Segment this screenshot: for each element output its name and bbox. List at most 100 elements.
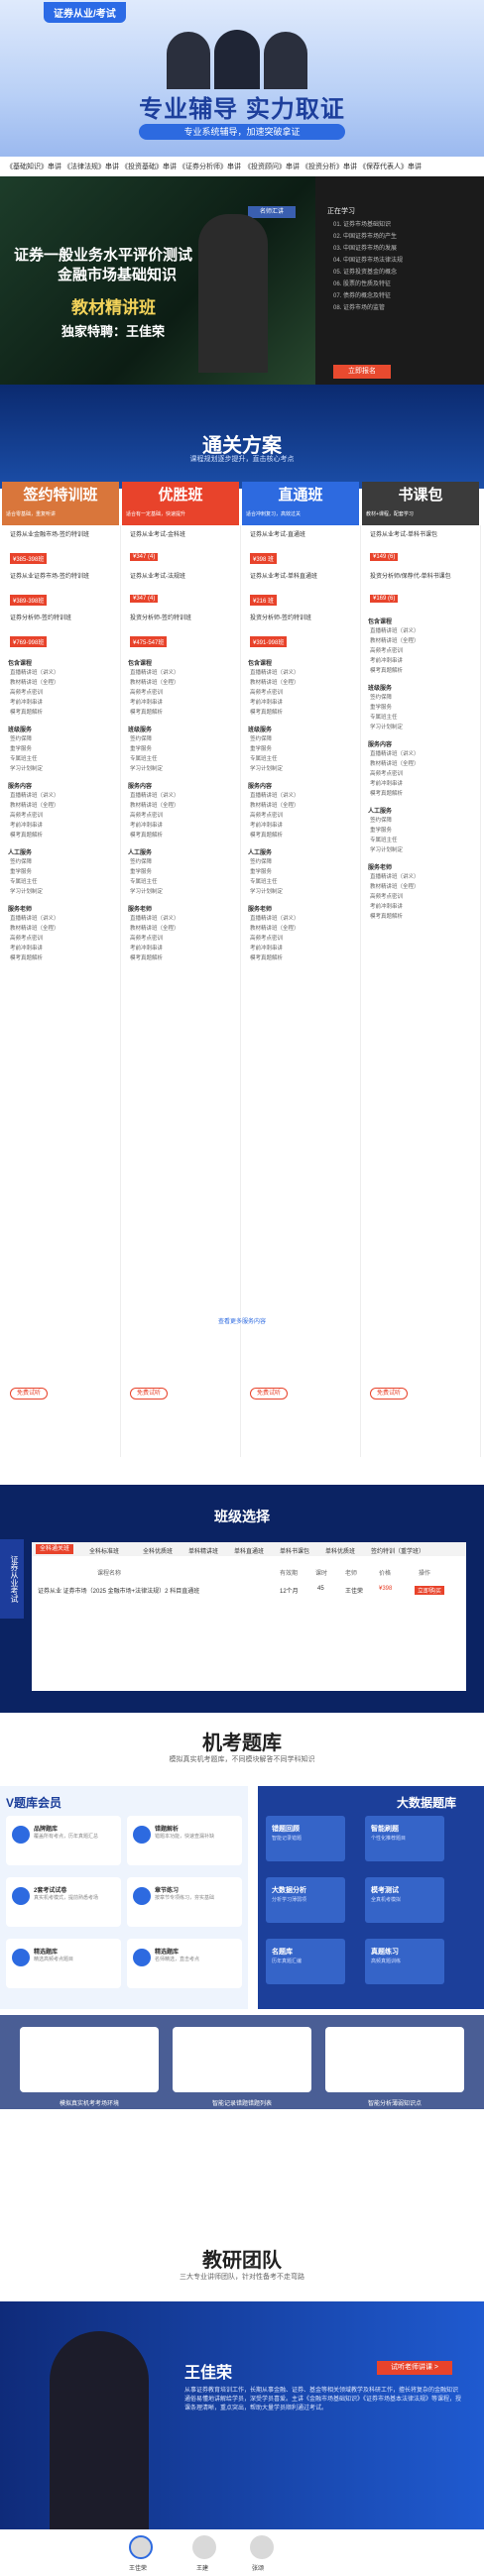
plan-line: 学习计划制定: [130, 889, 164, 895]
plan-line: 模考真题解析: [130, 833, 164, 839]
select-title: 班级选择: [214, 1509, 270, 1524]
playlist-item[interactable]: 01. 证券市场基础知识: [315, 216, 484, 228]
tab[interactable]: 单科书课包: [280, 1546, 309, 1555]
more-services-link[interactable]: 查看更多服务内容: [0, 1316, 484, 1325]
free-trial-button[interactable]: 免费试听: [370, 1388, 408, 1400]
plan-line: 高频考点密训: [130, 936, 164, 942]
thumb-avatar[interactable]: [250, 2535, 274, 2559]
product-box[interactable]: 证券从业考试-单科书课包 ¥149 (6): [370, 531, 474, 567]
vip-card[interactable]: 2套考试试卷 真实机考模式，提前熟悉考场: [6, 1877, 121, 1927]
screenshot-strip: 模拟真实机考考场环境 智能记录错题错题列表 智能分析薄弱知识点: [0, 2015, 484, 2109]
tab[interactable]: 全科优质班: [143, 1546, 173, 1555]
nav-item[interactable]: 《保荐代表人》串讲: [359, 162, 422, 171]
select-side-label: 证券从业考试: [0, 1539, 24, 1619]
plan-line: 专属班主任: [130, 756, 158, 762]
nav-item[interactable]: 《投资分析》串讲: [302, 162, 357, 171]
vip-card[interactable]: 错题解析 错题本功能，快速查漏补缺: [127, 1816, 242, 1865]
playlist-item[interactable]: 06. 股票的性质及特征: [315, 276, 484, 287]
vip-card[interactable]: 品牌题库 覆盖所有考点，历年真题汇总: [6, 1816, 121, 1865]
bigdata-card[interactable]: 大数据分析 分析学习薄弱项: [266, 1877, 345, 1923]
plan-line: 高频考点密训: [10, 936, 44, 942]
product-box[interactable]: 证券从业证券市场-签约特训班 ¥389-398班: [10, 573, 114, 609]
plan-line: 教材精讲班（全程）: [250, 926, 300, 932]
plan-line: 考前冲刺串讲: [10, 823, 44, 829]
plan-section-heading: 服务老师: [248, 907, 273, 913]
product-name: 证券从业考试-单科书课包: [370, 532, 437, 538]
tab-all-pass[interactable]: 全科通关班: [36, 1544, 74, 1554]
nav-item[interactable]: 《证券分析师》串讲: [179, 162, 241, 171]
plan-line: 高频考点密训: [370, 771, 404, 777]
brand-logo[interactable]: 证券从业/考试: [44, 2, 126, 23]
teacher-photo-right: [264, 32, 307, 89]
playlist-item[interactable]: 08. 证券市场的监管: [315, 299, 484, 311]
plan-line: 考前冲刺串讲: [370, 781, 404, 787]
plan-column-band: 适合有一定基础，快速提升: [122, 509, 239, 525]
plan-line: 重学服务: [250, 746, 273, 752]
plan-line: 教材精讲班（全程）: [370, 638, 420, 644]
plan-line: 签约保障: [10, 736, 33, 742]
tab[interactable]: 单科直通班: [234, 1546, 264, 1555]
signup-button[interactable]: 立即报名: [333, 365, 391, 379]
vip-card[interactable]: 章节练习 按章节专项练习，夯实基础: [127, 1877, 242, 1927]
nav-item[interactable]: 《投资顾问》串讲: [244, 162, 300, 171]
thumb-avatar[interactable]: [129, 2535, 153, 2559]
free-trial-button[interactable]: 免费试听: [10, 1388, 48, 1400]
product-box[interactable]: 证券从业考试-法规班 ¥347 (4): [130, 573, 234, 609]
trial-lecture-button[interactable]: 试听老师讲课 >: [377, 2361, 452, 2375]
bigdata-card[interactable]: 名题库 历年真题汇编: [266, 1939, 345, 1984]
nav-item[interactable]: 《法律法规》串讲: [63, 162, 119, 171]
product-box[interactable]: 证券从业考试-单科直通班 ¥216 班: [250, 573, 354, 609]
course-nav: 《基础知识》串讲 《法律法规》串讲 《投资基础》串讲 《证券分析师》串讲 《投资…: [0, 157, 484, 176]
nav-item[interactable]: 《投资基础》串讲: [121, 162, 177, 171]
nav-item[interactable]: 《基础知识》串讲: [6, 162, 61, 171]
product-box[interactable]: 证券从业考试-金科班 ¥347 (4): [130, 531, 234, 567]
tab[interactable]: 签约特训（重学班）: [371, 1546, 424, 1555]
product-box[interactable]: 投资分析师-签约特训班 ¥391-998班: [250, 615, 354, 650]
playlist-item[interactable]: 04. 中国证券市场法律法规: [315, 252, 484, 264]
vip-card-title: 精选题库: [155, 1950, 180, 1956]
thumb-avatar[interactable]: [192, 2535, 216, 2559]
tab[interactable]: 全科标准班: [89, 1546, 119, 1555]
bigdata-card[interactable]: 错题回顾 智能记录错题: [266, 1816, 345, 1861]
plan-section-heading: 班级服务: [8, 728, 33, 733]
team-title: 教研团队: [202, 2250, 282, 2272]
plan-section-heading: 包含课程: [248, 661, 273, 667]
bigdata-card[interactable]: 智能刷题 个性化推荐题目: [365, 1816, 444, 1861]
tab[interactable]: 单科精讲班: [188, 1546, 218, 1555]
vip-card[interactable]: 精选题库 名师精选，直击考点: [127, 1939, 242, 1988]
tab[interactable]: 单科优质班: [325, 1546, 355, 1555]
bigdata-card[interactable]: 模考测试 全真机考模拟: [365, 1877, 444, 1923]
product-box[interactable]: 投资分析师/保荐代-单科书课包 ¥169 (6): [370, 573, 474, 609]
plan-line: 考前冲刺串讲: [130, 946, 164, 952]
vip-title: V题库会员: [6, 1796, 62, 1810]
player-badge: 名师汇讲: [248, 206, 296, 218]
playlist-item[interactable]: 02. 中国证券市场的产生: [315, 228, 484, 240]
video-title-4: 独家特聘：王佳荣: [61, 324, 166, 339]
product-box[interactable]: 投资分析师-签约特训班 ¥475-547班: [130, 615, 234, 650]
buy-button[interactable]: 立即购买: [415, 1586, 445, 1595]
plan-line: 签约保障: [370, 695, 393, 701]
free-trial-button[interactable]: 免费试听: [250, 1388, 288, 1400]
playlist-item[interactable]: 03. 中国证券市场的发展: [315, 240, 484, 252]
playlist-item[interactable]: 05. 证券投资基金的概念: [315, 264, 484, 276]
plan-column-title: 签约特训班: [2, 482, 119, 509]
screenshot-2: [173, 2027, 311, 2092]
plan-line: 高频考点密训: [10, 690, 44, 696]
plan-line: 直播精讲班（讲义）: [370, 751, 420, 757]
product-price: ¥385-398班: [10, 553, 48, 564]
vip-card[interactable]: 精选题库 精选高频考点题目: [6, 1939, 121, 1988]
playlist-item[interactable]: 07. 债券的概念及特征: [315, 287, 484, 299]
bigdata-card[interactable]: 真题练习 高频真题训练: [365, 1939, 444, 1984]
teacher-photo-center: [214, 30, 260, 89]
video-player[interactable]: 名师汇讲 证券一般业务水平评价测试 金融市场基础知识 教材精讲班 独家特聘：王佳…: [0, 176, 315, 385]
product-box[interactable]: 证券从业考试-直通班 ¥398 班: [250, 531, 354, 567]
plan-section-heading: 包含课程: [368, 619, 393, 625]
bigdata-title: 大数据题库: [397, 1796, 457, 1810]
product-box[interactable]: 证券从业金融市场-签约特训班 ¥385-398班: [10, 531, 114, 567]
free-trial-button[interactable]: 免费试听: [130, 1388, 168, 1400]
plan-line: 教材精讲班（全程）: [10, 680, 60, 686]
product-price: ¥398 班: [250, 553, 278, 564]
product-name: 证券从业考试-金科班: [130, 532, 185, 538]
product-box[interactable]: 证券分析师-签约特训班 ¥769-998班: [10, 615, 114, 650]
plan-line: 直播精讲班（讲义）: [130, 916, 180, 922]
